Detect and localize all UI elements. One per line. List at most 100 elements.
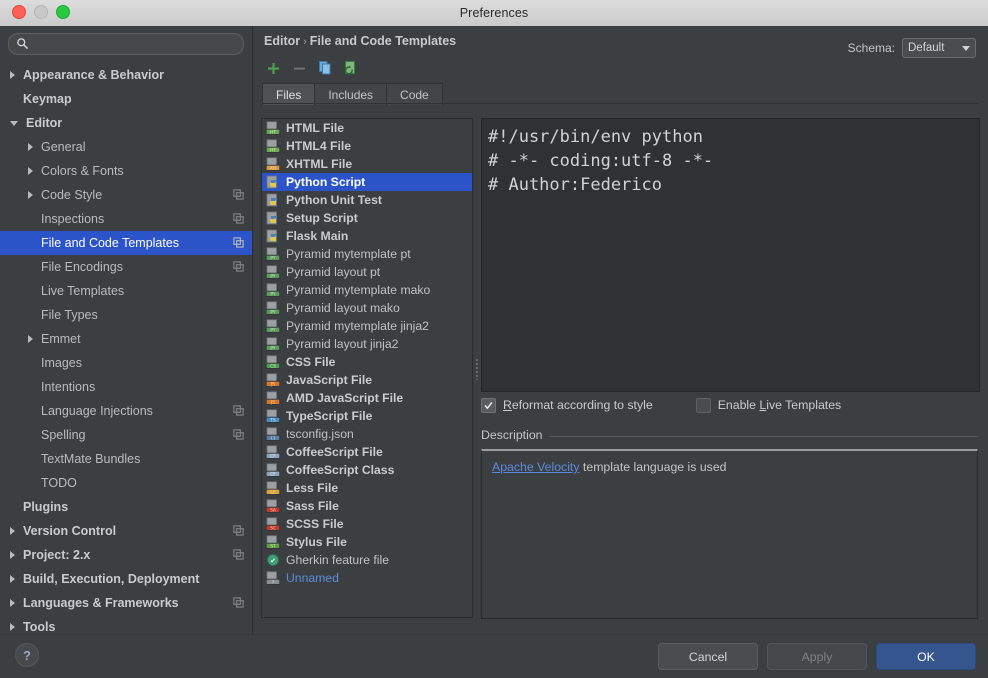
chevron-right-icon[interactable] bbox=[10, 551, 15, 559]
chevron-right-icon[interactable] bbox=[28, 335, 33, 343]
live-templates-checkbox[interactable] bbox=[695, 397, 711, 413]
apply-button[interactable]: Apply bbox=[767, 643, 867, 670]
sidebar-item-label: Spelling bbox=[41, 428, 86, 442]
chevron-right-icon[interactable] bbox=[28, 143, 33, 151]
template-code[interactable]: #!/usr/bin/env python # -*- coding:utf-8… bbox=[482, 119, 979, 197]
sidebar-item-live-templates[interactable]: Live Templates bbox=[0, 279, 252, 303]
sidebar-item-file-encodings[interactable]: File Encodings bbox=[0, 255, 252, 279]
template-list-item[interactable]: Python Script bbox=[262, 173, 472, 191]
zoom-window-button[interactable] bbox=[56, 5, 70, 19]
template-list-item[interactable]: PY Pyramid mytemplate mako bbox=[262, 281, 472, 299]
sidebar-item-build-execution-deployment[interactable]: Build, Execution, Deployment bbox=[0, 567, 252, 591]
template-list-item[interactable]: JS AMD JavaScript File bbox=[262, 389, 472, 407]
search-input[interactable] bbox=[33, 38, 243, 50]
template-list-item-label: CSS File bbox=[286, 355, 336, 369]
cancel-button[interactable]: Cancel bbox=[658, 643, 758, 670]
sidebar-item-tools[interactable]: Tools bbox=[0, 615, 252, 634]
sidebar-item-language-injections[interactable]: Language Injections bbox=[0, 399, 252, 423]
stylus-file-icon: ST bbox=[265, 535, 281, 549]
template-list-item[interactable]: LE Less File bbox=[262, 479, 472, 497]
template-list-item[interactable]: CF CoffeeScript File bbox=[262, 443, 472, 461]
reset-template-button[interactable] bbox=[340, 57, 362, 79]
sidebar-item-todo[interactable]: TODO bbox=[0, 471, 252, 495]
sidebar-item-code-style[interactable]: Code Style bbox=[0, 183, 252, 207]
chevron-down-icon[interactable] bbox=[10, 120, 18, 126]
panel-splitter[interactable] bbox=[473, 118, 481, 616]
template-list-item[interactable]: SC SCSS File bbox=[262, 515, 472, 533]
sidebar-item-file-and-code-templates[interactable]: File and Code Templates bbox=[0, 231, 252, 255]
sidebar-item-keymap[interactable]: Keymap bbox=[0, 87, 252, 111]
template-list-item[interactable]: PY Pyramid layout pt bbox=[262, 263, 472, 281]
sidebar-item-file-types[interactable]: File Types bbox=[0, 303, 252, 327]
sidebar-item-general[interactable]: General bbox=[0, 135, 252, 159]
check-icon bbox=[484, 401, 493, 409]
template-list-item[interactable]: XH XHTML File bbox=[262, 155, 472, 173]
chevron-right-icon[interactable] bbox=[10, 71, 15, 79]
search-box[interactable] bbox=[8, 33, 244, 55]
template-list-item[interactable]: ? Unnamed bbox=[262, 569, 472, 587]
template-list-item[interactable]: TS TypeScript File bbox=[262, 407, 472, 425]
sidebar-item-languages-frameworks[interactable]: Languages & Frameworks bbox=[0, 591, 252, 615]
chevron-right-icon[interactable] bbox=[28, 167, 33, 175]
sidebar-item-project-2-x[interactable]: Project: 2.x bbox=[0, 543, 252, 567]
reformat-checkbox-row[interactable]: Reformat according to style bbox=[481, 397, 653, 413]
tab-files[interactable]: Files bbox=[262, 83, 316, 105]
tab-code[interactable]: Code bbox=[386, 83, 443, 105]
template-list-item[interactable]: PY Pyramid layout jinja2 bbox=[262, 335, 472, 353]
chevron-right-icon[interactable] bbox=[28, 191, 33, 199]
copy-template-button[interactable] bbox=[314, 57, 336, 79]
template-list-item-label: Sass File bbox=[286, 499, 339, 513]
template-list-item[interactable]: CF CoffeeScript Class bbox=[262, 461, 472, 479]
template-list-item[interactable]: {} tsconfig.json bbox=[262, 425, 472, 443]
ok-button[interactable]: OK bbox=[876, 643, 976, 670]
sidebar-item-intentions[interactable]: Intentions bbox=[0, 375, 252, 399]
template-list-item-label: Stylus File bbox=[286, 535, 347, 549]
splitter-grip[interactable] bbox=[476, 358, 478, 380]
sidebar-item-label: File Encodings bbox=[41, 260, 123, 274]
live-templates-checkbox-row[interactable]: Enable Live Templates bbox=[695, 397, 841, 413]
sidebar-item-textmate-bundles[interactable]: TextMate Bundles bbox=[0, 447, 252, 471]
template-list-item[interactable]: Flask Main bbox=[262, 227, 472, 245]
remove-template-button[interactable] bbox=[288, 57, 310, 79]
template-editor[interactable]: #!/usr/bin/env python # -*- coding:utf-8… bbox=[481, 118, 980, 392]
sidebar-item-plugins[interactable]: Plugins bbox=[0, 495, 252, 519]
pyramid-file-icon: PY bbox=[265, 337, 281, 351]
tab-includes[interactable]: Includes bbox=[314, 83, 388, 105]
apache-velocity-link[interactable]: Apache Velocity bbox=[492, 460, 580, 474]
sidebar-item-colors-fonts[interactable]: Colors & Fonts bbox=[0, 159, 252, 183]
chevron-right-icon[interactable] bbox=[10, 623, 15, 631]
sidebar-item-appearance-behavior[interactable]: Appearance & Behavior bbox=[0, 63, 252, 87]
template-list-item[interactable]: HT HTML4 File bbox=[262, 137, 472, 155]
template-list-item[interactable]: ST Stylus File bbox=[262, 533, 472, 551]
template-list-item[interactable]: ✔ Gherkin feature file bbox=[262, 551, 472, 569]
template-list-item[interactable]: PY Pyramid mytemplate pt bbox=[262, 245, 472, 263]
sidebar-item-emmet[interactable]: Emmet bbox=[0, 327, 252, 351]
help-button[interactable]: ? bbox=[15, 643, 39, 667]
template-list-item[interactable]: JS JavaScript File bbox=[262, 371, 472, 389]
add-template-button[interactable] bbox=[262, 57, 284, 79]
minimize-window-button[interactable] bbox=[34, 5, 48, 19]
schema-dropdown[interactable]: Default bbox=[902, 38, 976, 58]
close-window-button[interactable] bbox=[12, 5, 26, 19]
template-list-item[interactable]: CS CSS File bbox=[262, 353, 472, 371]
pyramid-file-icon: PY bbox=[265, 319, 281, 333]
template-list-item-label: AMD JavaScript File bbox=[286, 391, 404, 405]
template-list-item[interactable]: PY Pyramid mytemplate jinja2 bbox=[262, 317, 472, 335]
sidebar-item-inspections[interactable]: Inspections bbox=[0, 207, 252, 231]
sidebar-item-spelling[interactable]: Spelling bbox=[0, 423, 252, 447]
sidebar-item-images[interactable]: Images bbox=[0, 351, 252, 375]
breadcrumb-root[interactable]: Editor bbox=[264, 34, 300, 48]
template-list-item[interactable]: SA Sass File bbox=[262, 497, 472, 515]
sidebar-item-editor[interactable]: Editor bbox=[0, 111, 252, 135]
chevron-right-icon[interactable] bbox=[10, 527, 15, 535]
chevron-right-icon[interactable] bbox=[10, 599, 15, 607]
reformat-checkbox[interactable] bbox=[481, 397, 496, 413]
template-list-item[interactable]: Setup Script bbox=[262, 209, 472, 227]
sidebar-item-version-control[interactable]: Version Control bbox=[0, 519, 252, 543]
template-list-item[interactable]: Python Unit Test bbox=[262, 191, 472, 209]
template-list-item[interactable]: HT HTML File bbox=[262, 119, 472, 137]
templates-list[interactable]: HT HTML File HT HTML4 File XH XHTML File Pytho… bbox=[261, 118, 473, 618]
template-list-item[interactable]: PY Pyramid layout mako bbox=[262, 299, 472, 317]
chevron-right-icon[interactable] bbox=[10, 575, 15, 583]
python-file-icon bbox=[266, 211, 277, 225]
